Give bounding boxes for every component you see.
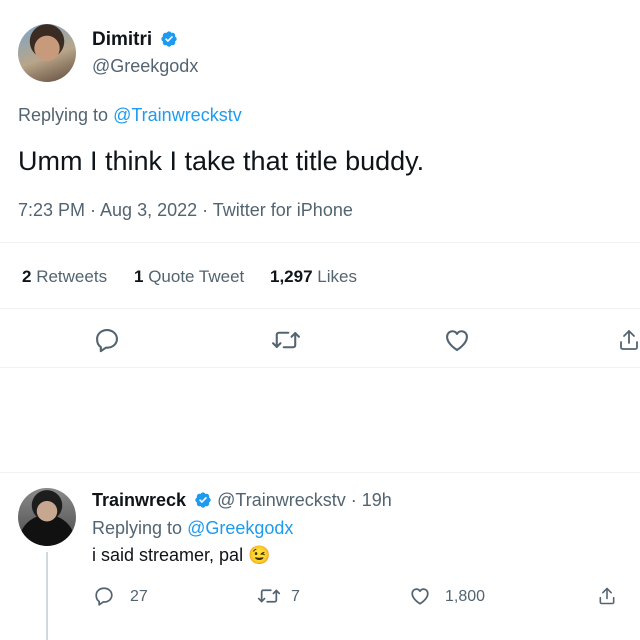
quotes-count: 1 [134, 267, 144, 286]
quote-tweets-stat[interactable]: 1 Quote Tweet [134, 267, 244, 287]
likes-count: 1,297 [270, 267, 313, 286]
reply-author-avatar[interactable] [18, 488, 76, 546]
share-icon[interactable] [617, 326, 640, 354]
retweet-count: 7 [291, 588, 300, 605]
reply-retweet-icon[interactable] [257, 585, 281, 607]
wink-emoji: 😉 [248, 545, 271, 565]
tweet-timestamp[interactable]: 7:23 PM · Aug 3, 2022 · Twitter for iPho… [18, 200, 353, 221]
reply-replying-to-line: Replying to @Greekgodx [92, 518, 293, 539]
tweet-text: Umm I think I take that title buddy. [18, 146, 425, 176]
like-count: 1,800 [445, 588, 486, 605]
replying-to-line: Replying to @Trainwreckstv [18, 105, 242, 126]
retweet-icon[interactable] [271, 326, 301, 354]
verified-badge-icon [160, 30, 178, 48]
reply-handle-time[interactable]: @Trainwreckstv · 19h [217, 490, 392, 510]
divider [0, 472, 640, 473]
reply-reply-icon[interactable] [93, 585, 115, 607]
thread-connector-line [46, 552, 48, 640]
retweets-label: Retweets [36, 267, 108, 286]
reply-like-icon[interactable] [409, 585, 431, 607]
divider [0, 242, 640, 243]
likes-label: Likes [317, 267, 357, 286]
author-name-row[interactable]: Dimitri [92, 29, 178, 51]
retweets-stat[interactable]: 2 Retweets [22, 267, 107, 287]
reply-text: i said streamer, pal [92, 545, 244, 565]
author-avatar[interactable] [18, 24, 76, 82]
reply-share-icon[interactable] [597, 585, 617, 607]
divider [0, 308, 640, 309]
author-display-name[interactable]: Dimitri [92, 29, 152, 50]
replying-to-link[interactable]: @Trainwreckstv [113, 105, 242, 125]
reply-count: 27 [130, 588, 148, 605]
reply-text-line: i said streamer, pal 😉 [92, 545, 271, 566]
reply-author-name[interactable]: Trainwreck [92, 490, 186, 510]
retweets-count: 2 [22, 267, 32, 286]
replying-to-prefix: Replying to [18, 105, 109, 125]
reply-header: Trainwreck @Trainwreckstv · 19h [92, 490, 392, 511]
reply-replying-to-link[interactable]: @Greekgodx [187, 518, 293, 538]
divider [0, 367, 640, 368]
quotes-label: Quote Tweet [148, 267, 245, 286]
likes-stat[interactable]: 1,297 Likes [270, 267, 357, 287]
like-icon[interactable] [443, 326, 471, 354]
reply-icon[interactable] [93, 326, 121, 354]
reply-replying-to-prefix: Replying to [92, 518, 183, 538]
author-handle[interactable]: @Greekgodx [92, 56, 198, 77]
verified-badge-icon [194, 491, 212, 509]
